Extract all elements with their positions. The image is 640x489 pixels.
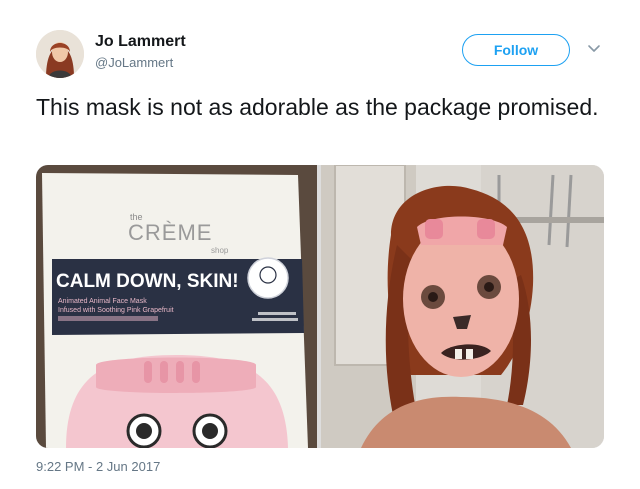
package-line2: Infused with Soothing Pink Grapefruit: [58, 307, 174, 314]
tweet-timestamp[interactable]: 9:22 PM - 2 Jun 2017: [36, 459, 160, 474]
avatar-image: [36, 30, 84, 78]
selfie-photo[interactable]: [321, 165, 604, 448]
brand-shop: shop: [211, 246, 229, 255]
brand-name: CRÈME: [128, 220, 212, 245]
author-name[interactable]: Jo Lammert: [95, 33, 186, 51]
tweet-media[interactable]: the CRÈME shop CALM DOWN, SKIN! Animated…: [36, 165, 604, 448]
author-handle[interactable]: @JoLammert: [95, 55, 173, 70]
avatar[interactable]: [36, 30, 84, 78]
package-photo[interactable]: the CRÈME shop CALM DOWN, SKIN! Animated…: [36, 165, 317, 448]
package-headline: CALM DOWN, SKIN!: [56, 271, 239, 292]
tweet-text: This mask is not as adorable as the pack…: [36, 94, 599, 120]
package-line1: Animated Animal Face Mask: [58, 298, 147, 305]
follow-button[interactable]: Follow: [462, 34, 570, 66]
chevron-down-icon[interactable]: [586, 42, 602, 56]
